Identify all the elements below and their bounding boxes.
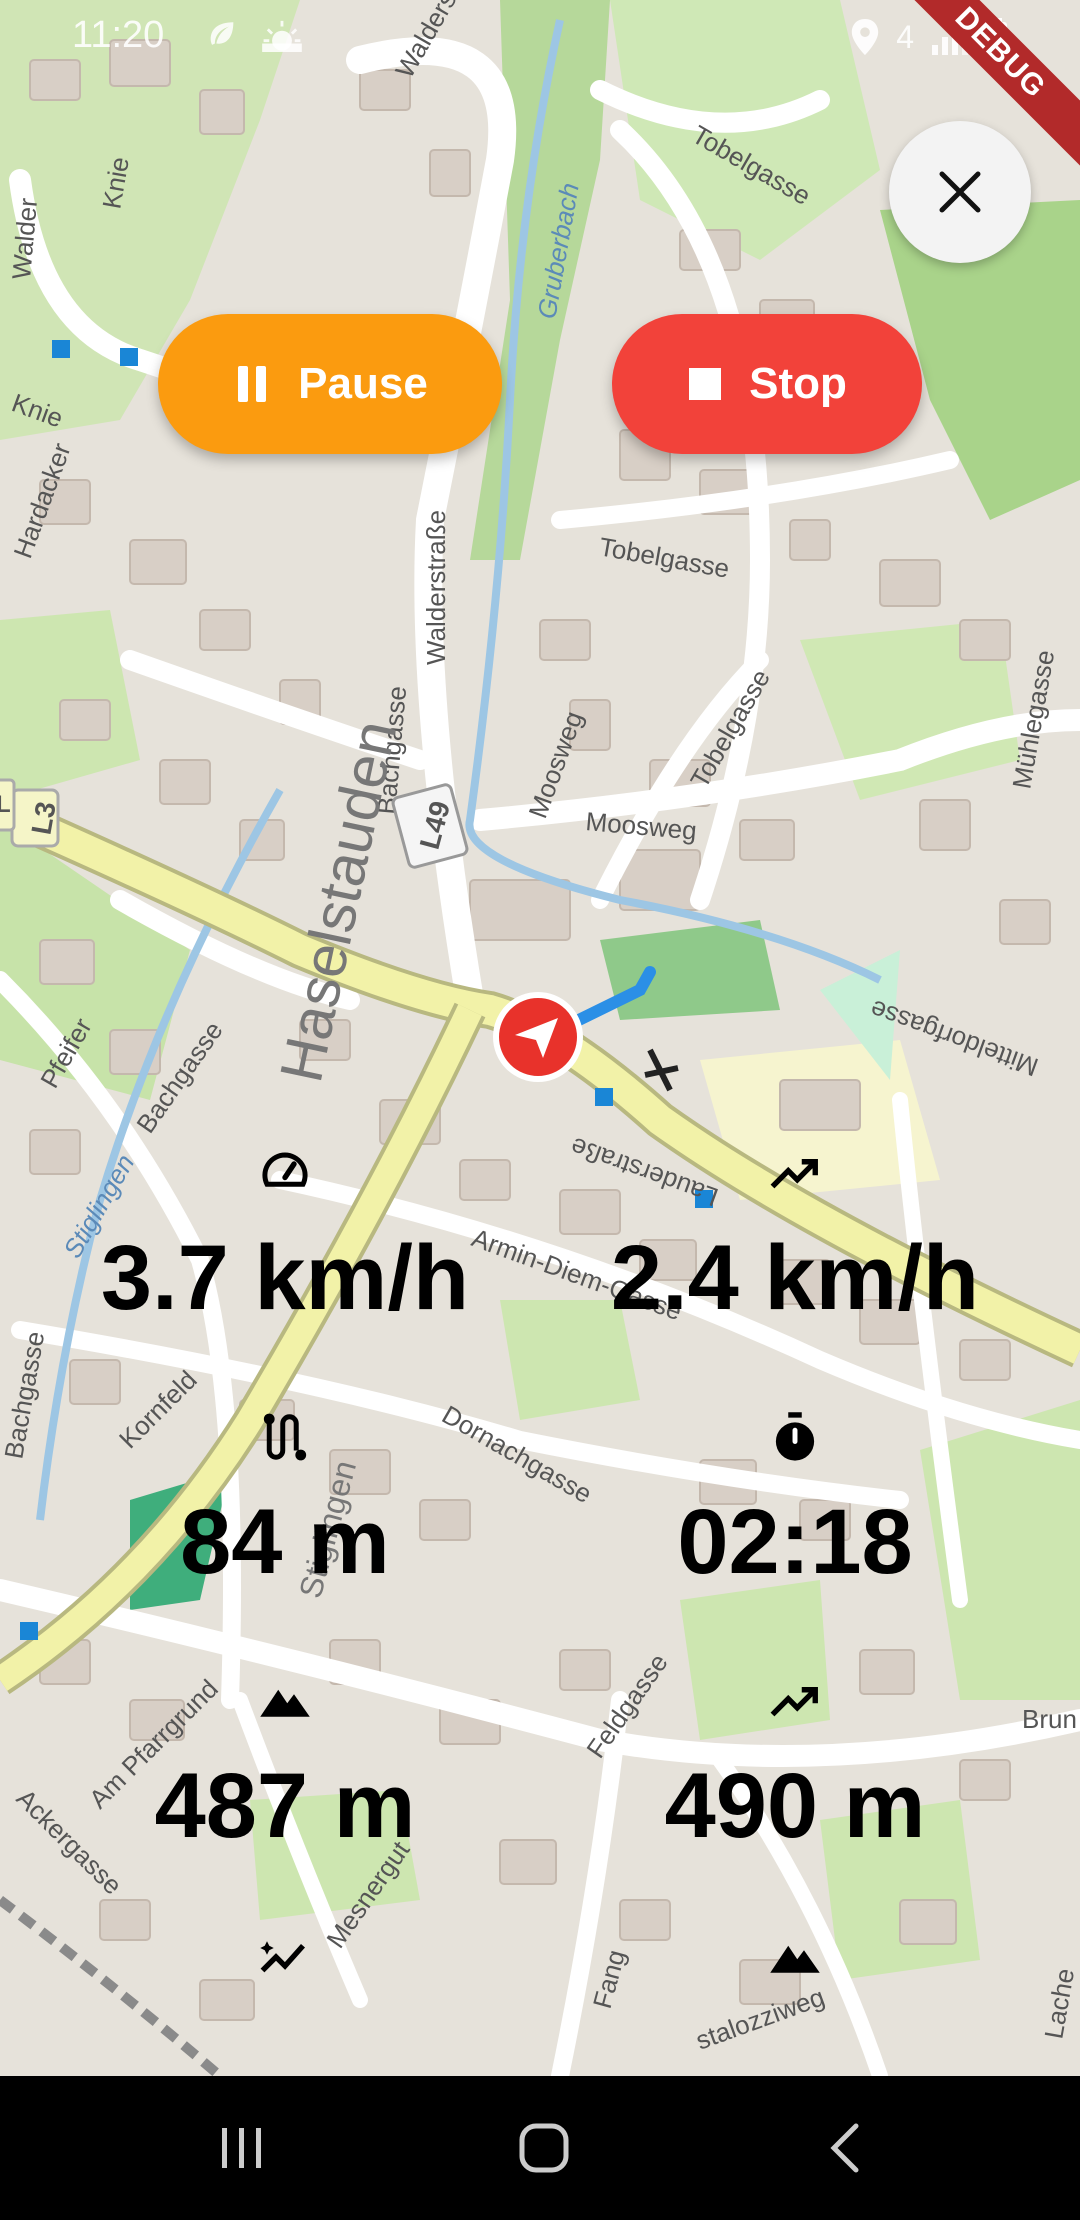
map-label: Brun bbox=[1022, 1704, 1077, 1734]
stop-icon bbox=[689, 368, 722, 400]
auto-graph-icon bbox=[260, 1941, 306, 1973]
mountain-icon bbox=[770, 1945, 820, 1973]
back-icon[interactable] bbox=[818, 2118, 878, 2178]
stop-label: Stop bbox=[749, 359, 847, 408]
route-icon bbox=[263, 1413, 307, 1461]
current-speed-value: 3.7 km/h bbox=[100, 1227, 470, 1329]
weather-icon bbox=[262, 20, 302, 52]
map-label: Walderstraße bbox=[421, 510, 451, 665]
svg-text:L3: L3 bbox=[26, 799, 62, 837]
pause-button[interactable]: Pause bbox=[158, 314, 502, 454]
location-marker bbox=[493, 992, 583, 1082]
battery-percent: 4 bbox=[896, 18, 914, 55]
status-bar: 11:20 4 bbox=[0, 0, 1080, 72]
recent-apps-icon[interactable] bbox=[212, 2118, 272, 2178]
speedometer-icon bbox=[262, 1152, 308, 1187]
pause-icon bbox=[238, 366, 267, 402]
trending-up-icon bbox=[770, 1159, 818, 1189]
location-pin-icon bbox=[852, 19, 879, 55]
altitude-value: 487 m bbox=[154, 1755, 416, 1857]
status-time: 11:20 bbox=[72, 14, 165, 56]
duration-value: 02:18 bbox=[677, 1491, 913, 1593]
road-shield-l3: L3 bbox=[10, 788, 62, 848]
road-shield-edge: L bbox=[0, 778, 16, 832]
trending-up-icon bbox=[770, 1687, 818, 1717]
svg-text:L: L bbox=[0, 791, 11, 818]
average-speed-value: 2.4 km/h bbox=[610, 1227, 980, 1329]
mountain-icon bbox=[260, 1689, 310, 1717]
stopwatch-icon bbox=[775, 1412, 815, 1461]
leaf-icon bbox=[210, 22, 234, 45]
max-altitude-value: 490 m bbox=[664, 1755, 926, 1857]
distance-value: 84 m bbox=[180, 1491, 390, 1593]
system-navigation-bar bbox=[0, 2076, 1080, 2220]
close-icon bbox=[939, 171, 981, 213]
stop-button[interactable]: Stop bbox=[612, 314, 922, 454]
pause-label: Pause bbox=[298, 359, 428, 408]
home-icon[interactable] bbox=[514, 2118, 574, 2178]
close-button[interactable] bbox=[889, 121, 1031, 263]
